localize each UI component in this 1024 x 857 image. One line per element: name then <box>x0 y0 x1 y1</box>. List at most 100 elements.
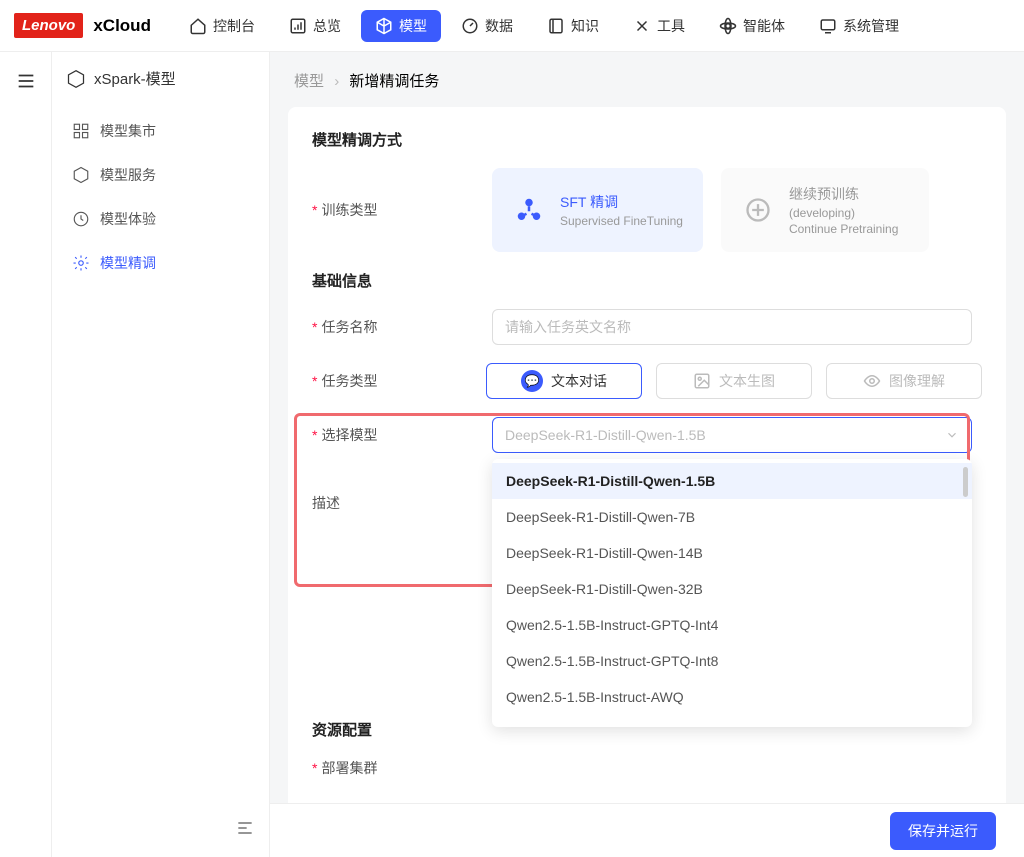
method-cpt-dev: (developing) <box>789 206 898 220</box>
breadcrumb-current: 新增精调任务 <box>349 73 439 90</box>
cpt-icon <box>741 193 775 227</box>
breadcrumb-root[interactable]: 模型 <box>294 73 324 90</box>
book-icon <box>547 17 565 35</box>
method-sft[interactable]: SFT 精调 Supervised FineTuning <box>492 168 703 252</box>
select-placeholder: DeepSeek-R1-Distill-Qwen-1.5B <box>505 427 706 443</box>
collapse-icon <box>235 818 255 838</box>
section-method: 模型精调方式 <box>312 129 982 150</box>
model-option[interactable]: Qwen2.5-3B-Instruct <box>492 715 972 727</box>
breadcrumb: 模型 › 新增精调任务 <box>270 52 1024 99</box>
model-dropdown: DeepSeek-R1-Distill-Qwen-1.5B DeepSeek-R… <box>492 459 972 727</box>
nav-label: 控制台 <box>213 16 255 36</box>
model-option[interactable]: Qwen2.5-1.5B-Instruct-GPTQ-Int4 <box>492 607 972 643</box>
clock-icon <box>72 210 90 228</box>
gauge-icon <box>461 17 479 35</box>
xcloud-logo: xCloud <box>93 16 151 36</box>
sidebar-item-label: 模型集市 <box>100 121 156 141</box>
sidebar-title-text: xSpark-模型 <box>94 68 176 89</box>
row-cluster: *部署集群 <box>312 758 982 778</box>
model-option[interactable]: DeepSeek-R1-Distill-Qwen-1.5B <box>492 463 972 499</box>
nav-label: 智能体 <box>743 16 785 36</box>
nav-data[interactable]: 数据 <box>447 10 527 42</box>
label-select-model: *选择模型 <box>312 425 492 445</box>
nav-tools[interactable]: 工具 <box>619 10 699 42</box>
nav-label: 知识 <box>571 16 599 36</box>
nav-label: 数据 <box>485 16 513 36</box>
type-label: 文本对话 <box>551 371 607 391</box>
sidebar-item-market[interactable]: 模型集市 <box>52 109 269 153</box>
sidebar-item-label: 模型体验 <box>100 209 156 229</box>
sidebar-title: xSpark-模型 <box>52 52 269 105</box>
main-content: 模型 › 新增精调任务 模型精调方式 *训练类型 SFT 精调 Supervis… <box>270 52 1024 857</box>
model-option[interactable]: Qwen2.5-1.5B-Instruct-AWQ <box>492 679 972 715</box>
method-cpt-sub: Continue Pretraining <box>789 222 898 236</box>
method-continue-pretrain: 继续预训练 (developing) Continue Pretraining <box>721 168 929 252</box>
row-task-type: *任务类型 💬 文本对话 文本生图 图像理解 <box>312 363 982 399</box>
hamburger-column <box>0 52 52 857</box>
sidebar-menu: 模型集市 模型服务 模型体验 模型精调 <box>52 105 269 289</box>
nav-model[interactable]: 模型 <box>361 10 441 42</box>
nav-label: 工具 <box>657 16 685 36</box>
cube-outline-icon <box>66 69 86 89</box>
gear-icon <box>72 254 90 272</box>
nav-label: 总览 <box>313 16 341 36</box>
save-and-run-button[interactable]: 保存并运行 <box>890 812 996 850</box>
chat-icon: 💬 <box>521 370 543 392</box>
top-navigation: Lenovo xCloud 控制台 总览 模型 数据 知识 工具 智能体 系统管… <box>0 0 1024 52</box>
model-option[interactable]: Qwen2.5-1.5B-Instruct-GPTQ-Int8 <box>492 643 972 679</box>
form-panel: 模型精调方式 *训练类型 SFT 精调 Supervised FineTunin… <box>288 107 1006 857</box>
sidebar-item-label: 模型精调 <box>100 253 156 273</box>
row-task-name: *任务名称 <box>312 309 982 345</box>
sidebar-item-label: 模型服务 <box>100 165 156 185</box>
model-select[interactable]: DeepSeek-R1-Distill-Qwen-1.5B <box>492 417 972 453</box>
nav-system[interactable]: 系统管理 <box>805 10 913 42</box>
row-train-type: *训练类型 SFT 精调 Supervised FineTuning <box>312 168 982 252</box>
nav-knowledge[interactable]: 知识 <box>533 10 613 42</box>
hamburger-icon[interactable] <box>15 70 37 92</box>
nav-agent[interactable]: 智能体 <box>705 10 799 42</box>
chart-icon <box>289 17 307 35</box>
method-sft-title: SFT 精调 <box>560 192 683 212</box>
sft-icon <box>512 193 546 227</box>
type-label: 图像理解 <box>889 371 945 391</box>
task-name-input[interactable] <box>492 309 972 345</box>
type-label: 文本生图 <box>719 371 775 391</box>
nav-console[interactable]: 控制台 <box>175 10 269 42</box>
sidebar-collapse[interactable] <box>235 818 255 843</box>
chevron-down-icon <box>945 428 959 442</box>
label-description: 描述 <box>312 493 492 513</box>
house-icon <box>189 17 207 35</box>
nav-label: 模型 <box>399 16 427 36</box>
dropdown-scrollbar[interactable] <box>963 467 968 497</box>
model-option[interactable]: DeepSeek-R1-Distill-Qwen-14B <box>492 535 972 571</box>
cube-icon <box>375 17 393 35</box>
sidebar-item-experience[interactable]: 模型体验 <box>52 197 269 241</box>
grid-icon <box>72 122 90 140</box>
label-train-type: *训练类型 <box>312 200 492 220</box>
model-option[interactable]: DeepSeek-R1-Distill-Qwen-7B <box>492 499 972 535</box>
eye-icon <box>863 372 881 390</box>
type-text-chat[interactable]: 💬 文本对话 <box>486 363 642 399</box>
cube-icon <box>72 166 90 184</box>
section-basic: 基础信息 <box>312 270 982 291</box>
layout: xSpark-模型 模型集市 模型服务 模型体验 模型精调 <box>0 52 1024 857</box>
nav-overview[interactable]: 总览 <box>275 10 355 42</box>
footer-bar: 保存并运行 <box>270 803 1024 857</box>
label-task-type: *任务类型 <box>312 371 486 391</box>
type-text-to-image: 文本生图 <box>656 363 812 399</box>
type-image-understand: 图像理解 <box>826 363 982 399</box>
sidebar-item-service[interactable]: 模型服务 <box>52 153 269 197</box>
label-cluster: *部署集群 <box>312 758 492 778</box>
sidebar-item-finetune[interactable]: 模型精调 <box>52 241 269 285</box>
model-option[interactable]: DeepSeek-R1-Distill-Qwen-32B <box>492 571 972 607</box>
nav-label: 系统管理 <box>843 16 899 36</box>
method-sft-sub: Supervised FineTuning <box>560 214 683 228</box>
screen-icon <box>819 17 837 35</box>
tools-icon <box>633 17 651 35</box>
row-select-model: *选择模型 DeepSeek-R1-Distill-Qwen-1.5B Deep… <box>312 417 982 453</box>
lenovo-logo: Lenovo <box>14 13 83 38</box>
label-task-name: *任务名称 <box>312 317 492 337</box>
method-cpt-title: 继续预训练 <box>789 184 898 204</box>
image-icon <box>693 372 711 390</box>
sidebar: xSpark-模型 模型集市 模型服务 模型体验 模型精调 <box>52 52 270 857</box>
